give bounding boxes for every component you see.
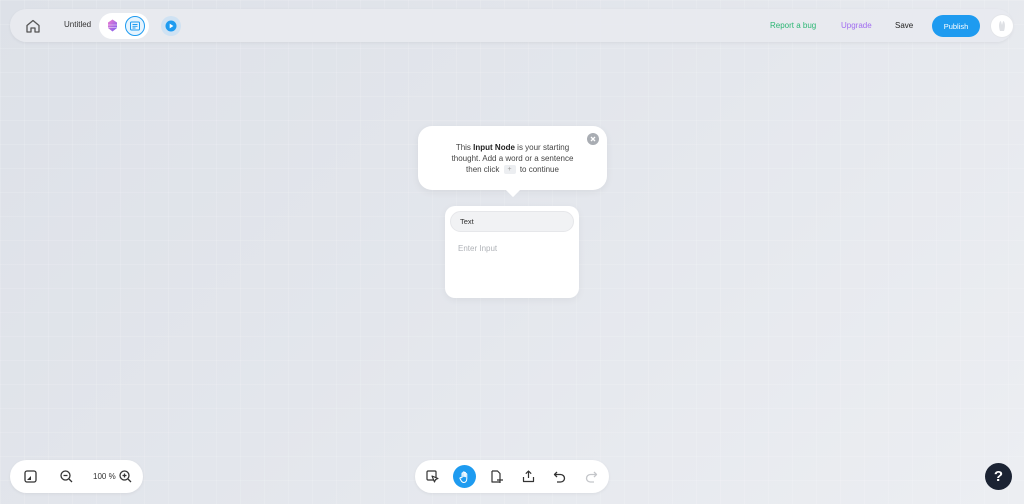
hand-tool-button[interactable]	[453, 465, 476, 488]
add-node-icon[interactable]	[489, 469, 504, 484]
export-icon[interactable]	[521, 469, 536, 484]
input-node[interactable]: Text	[445, 206, 579, 298]
zoom-in-icon[interactable]	[118, 469, 133, 484]
save-button[interactable]: Save	[895, 21, 913, 30]
close-icon	[590, 136, 596, 142]
plus-key-hint: +	[503, 165, 516, 175]
onboarding-tooltip: This Input Node is your starting thought…	[418, 126, 607, 190]
close-tooltip-button[interactable]	[587, 133, 599, 145]
tooltip-highlight: Input Node	[473, 143, 515, 152]
undo-icon[interactable]	[552, 469, 567, 484]
select-tool-icon[interactable]	[425, 469, 440, 484]
tooltip-text: This Input Node is your starting thought…	[451, 143, 574, 175]
user-avatar[interactable]	[991, 15, 1013, 37]
play-button[interactable]	[161, 16, 181, 36]
home-icon[interactable]	[24, 17, 42, 35]
report-bug-link[interactable]: Report a bug	[770, 21, 816, 30]
zoom-controls: 100 %	[10, 460, 143, 493]
minimap-icon[interactable]	[23, 469, 38, 484]
canvas-toolbar	[415, 460, 609, 493]
redo-icon[interactable]	[584, 469, 599, 484]
top-bar: Untitled Report a bug Upgrade Save Publi…	[10, 9, 1013, 42]
document-icon	[130, 21, 140, 31]
upgrade-link[interactable]: Upgrade	[841, 21, 872, 30]
gem-icon[interactable]	[105, 18, 120, 33]
node-type-selector[interactable]: Text	[450, 211, 574, 232]
publish-button[interactable]: Publish	[932, 15, 980, 37]
mode-switcher	[99, 13, 149, 39]
hand-icon	[458, 470, 467, 483]
zoom-out-icon[interactable]	[59, 469, 74, 484]
document-mode-button[interactable]	[125, 16, 145, 36]
zoom-level: 100 %	[93, 472, 116, 481]
document-title[interactable]: Untitled	[64, 20, 91, 29]
node-input-field[interactable]	[453, 242, 571, 290]
help-button[interactable]: ?	[985, 463, 1012, 490]
play-icon	[165, 20, 177, 32]
